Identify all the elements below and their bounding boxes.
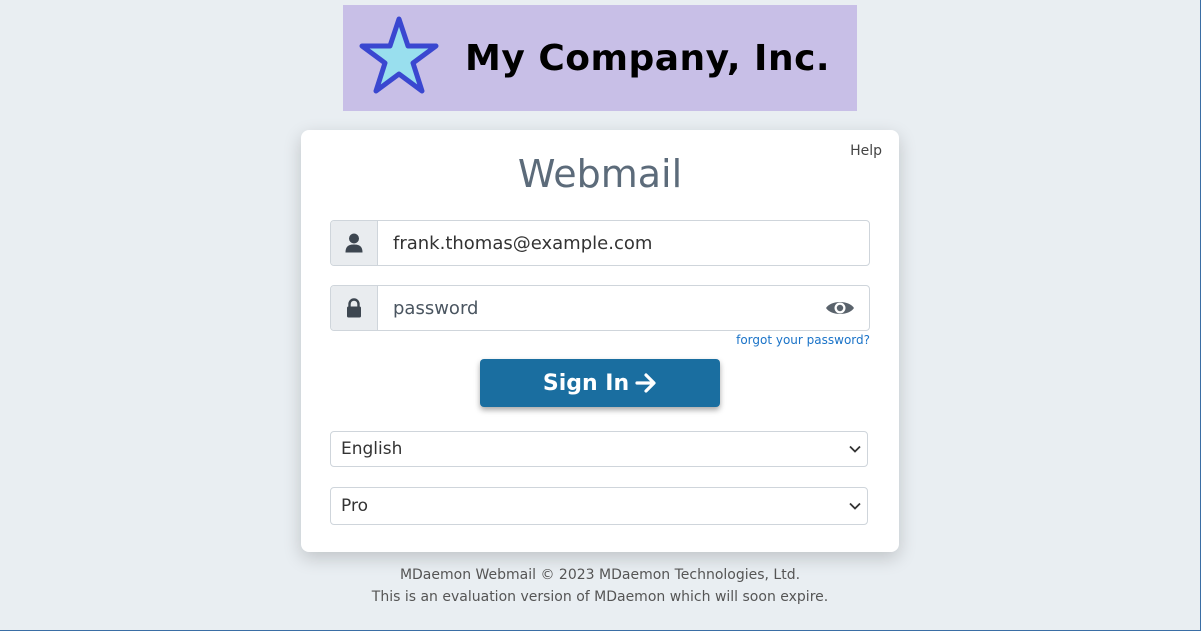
star-icon — [359, 16, 439, 94]
copyright-text: MDaemon Webmail © 2023 MDaemon Technolog… — [399, 567, 801, 583]
email-value: frank.thomas@example.com — [393, 232, 653, 254]
sign-in-button[interactable]: Sign In — [480, 359, 720, 407]
user-icon — [345, 233, 363, 253]
forgot-password-link[interactable]: forgot your password? — [736, 333, 870, 347]
chevron-down-icon — [849, 445, 861, 453]
page-title: Webmail — [517, 152, 683, 196]
sign-in-label: Sign In — [542, 370, 630, 396]
language-select[interactable]: English — [330, 431, 868, 467]
lock-icon — [347, 298, 361, 318]
password-placeholder: password — [393, 297, 479, 319]
logo-text: My Company, Inc. — [465, 38, 831, 79]
user-icon-addon — [331, 221, 378, 265]
company-logo: My Company, Inc. — [343, 5, 857, 111]
evaluation-notice: This is an evaluation version of MDaemon… — [371, 589, 829, 605]
arrow-right-icon — [635, 373, 656, 393]
login-card: Help Webmail frank.thomas@example.com pa… — [301, 130, 899, 552]
footer: MDaemon Webmail © 2023 MDaemon Technolog… — [0, 564, 1200, 608]
language-selected: English — [341, 439, 403, 459]
email-input-group: frank.thomas@example.com — [330, 220, 870, 266]
password-field[interactable]: password — [378, 286, 869, 330]
email-field[interactable]: frank.thomas@example.com — [378, 221, 869, 265]
password-input-group: password — [330, 285, 870, 331]
theme-select[interactable]: Pro — [330, 487, 868, 525]
theme-selected: Pro — [341, 496, 368, 516]
eye-icon[interactable] — [825, 298, 855, 318]
chevron-down-icon — [849, 502, 861, 510]
lock-icon-addon — [331, 286, 378, 330]
